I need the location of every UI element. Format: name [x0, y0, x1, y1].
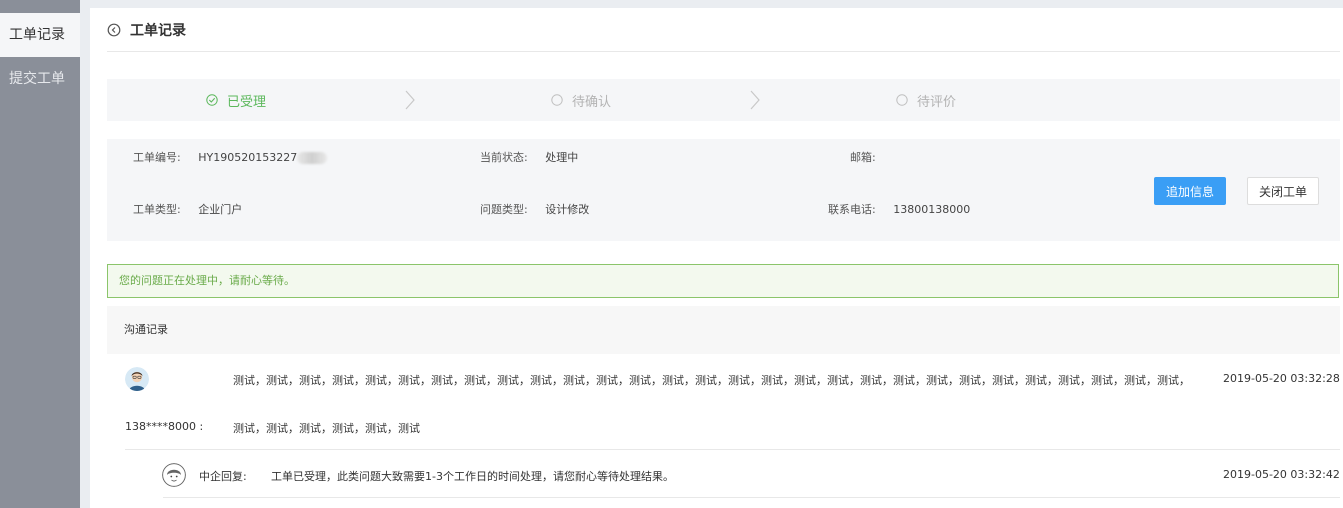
user-message-time: 2019-05-20 03:32:28 — [1223, 372, 1340, 385]
user-message-line2: 测试，测试，测试，测试，测试，测试 — [233, 422, 420, 435]
chevron-right-icon — [405, 90, 415, 110]
redacted-mask — [297, 152, 328, 164]
page-title: 工单记录 — [130, 22, 186, 39]
message-divider — [163, 497, 1340, 498]
step-label: 待评价 — [917, 94, 957, 110]
status-notice: 您的问题正在处理中，请耐心等待。 — [107, 264, 1339, 298]
problem-type-field: 问题类型: 设计修改 — [480, 201, 589, 217]
ticket-number-value: HY190520153227 — [198, 151, 298, 164]
main-panel: 工单记录 已受理 待确认 待评价 工单编号: HY190520153227 当前… — [90, 8, 1343, 508]
user-message-sender: 138****8000 : — [125, 420, 204, 433]
sidebar-item-ticket-records[interactable]: 工单记录 — [0, 13, 80, 57]
message-divider — [125, 449, 1340, 450]
ticket-type-field: 工单类型: 企业门户 — [133, 201, 242, 217]
ticket-number-label: 工单编号: — [133, 151, 181, 164]
step-to-evaluate: 待评价 — [896, 79, 956, 121]
reply-text: 工单已受理，此类问题大致需要1-3个工作日的时间处理，请您耐心等待处理结果。 — [271, 470, 674, 483]
check-circle-icon — [206, 94, 218, 106]
page-header: 工单记录 — [107, 8, 1340, 52]
phone-field: 联系电话: 13800138000 — [828, 201, 970, 217]
back-icon[interactable] — [107, 23, 121, 37]
add-info-button[interactable]: 追加信息 — [1154, 177, 1226, 205]
problem-type-value: 设计修改 — [545, 203, 590, 216]
phone-label: 联系电话: — [828, 203, 876, 216]
step-label: 已受理 — [227, 94, 267, 110]
ticket-number-field: 工单编号: HY190520153227 — [133, 149, 328, 165]
step-to-confirm: 待确认 — [551, 79, 611, 121]
user-avatar — [125, 367, 149, 391]
close-ticket-button[interactable]: 关闭工单 — [1247, 177, 1319, 205]
chevron-right-icon — [750, 90, 760, 110]
ticket-type-label: 工单类型: — [133, 203, 181, 216]
circle-icon — [896, 94, 908, 106]
current-status-field: 当前状态: 处理中 — [480, 149, 578, 165]
reply-sender: 中企回复: — [199, 470, 247, 483]
step-accepted: 已受理 — [206, 79, 266, 121]
ticket-info-panel: 工单编号: HY190520153227 当前状态: 处理中 邮箱: 工单类型:… — [107, 139, 1340, 241]
reply-time: 2019-05-20 03:32:42 — [1223, 468, 1340, 481]
support-avatar — [162, 463, 186, 487]
problem-type-label: 问题类型: — [480, 203, 528, 216]
user-message-line1: 测试，测试，测试，测试，测试，测试，测试，测试，测试，测试，测试，测试，测试，测… — [233, 374, 1190, 387]
email-label: 邮箱: — [850, 151, 876, 164]
ticket-type-value: 企业门户 — [198, 203, 243, 216]
circle-icon — [551, 94, 563, 106]
sidebar: 工单记录 提交工单 — [0, 0, 80, 508]
sidebar-item-submit-ticket[interactable]: 提交工单 — [0, 57, 80, 101]
progress-steps: 已受理 待确认 待评价 — [107, 79, 1340, 121]
records-title: 沟通记录 — [107, 306, 1340, 354]
email-field: 邮箱: — [850, 149, 890, 165]
step-label: 待确认 — [572, 94, 612, 110]
current-status-value: 处理中 — [545, 151, 579, 164]
phone-value: 13800138000 — [893, 203, 971, 216]
sidebar-top-pad — [0, 0, 80, 13]
current-status-label: 当前状态: — [480, 151, 528, 164]
